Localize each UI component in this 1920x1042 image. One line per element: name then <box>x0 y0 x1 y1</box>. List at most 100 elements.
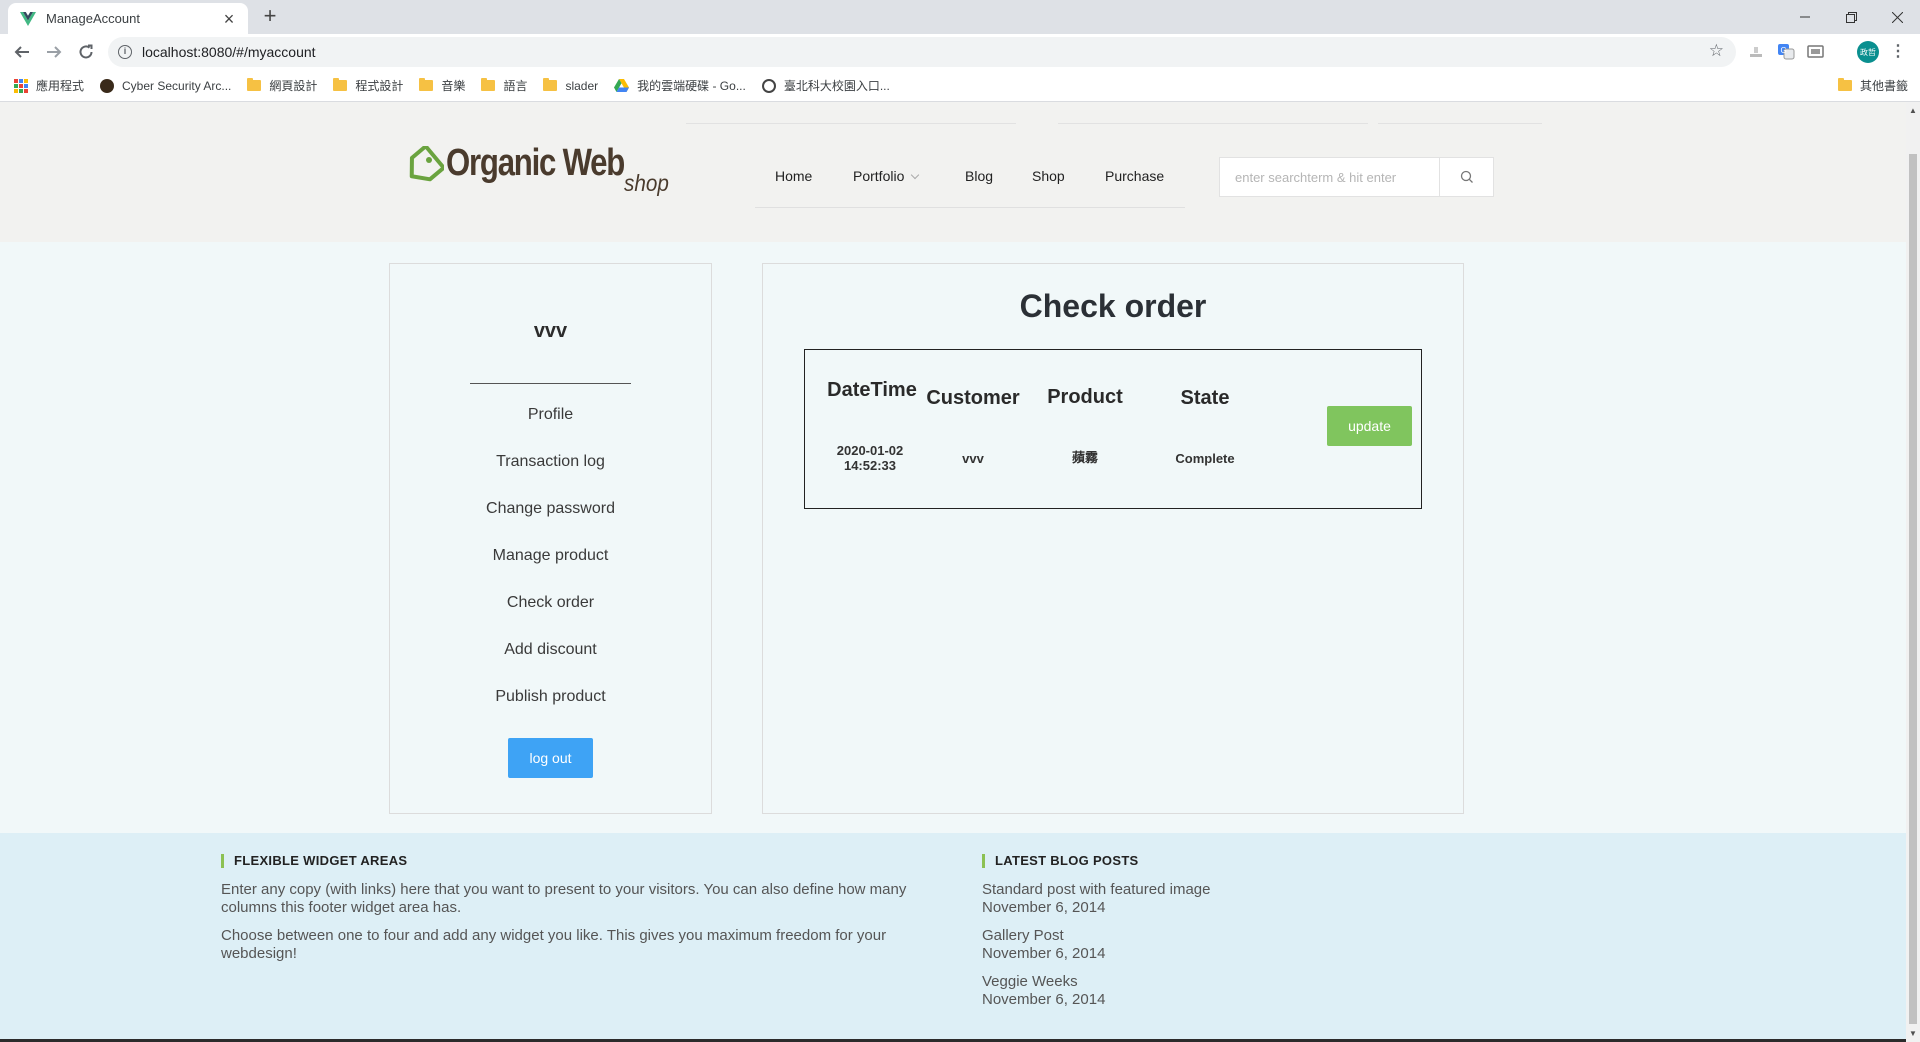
forward-icon[interactable] <box>42 40 66 64</box>
address-url: localhost:8080/#/myaccount <box>142 44 316 60</box>
apps-icon <box>14 78 28 93</box>
bookmark-label: 網頁設計 <box>269 79 318 93</box>
main-nav: Home Portfolio Blog Shop Purchase <box>755 162 1185 208</box>
close-window-icon[interactable] <box>1874 0 1920 34</box>
tab-title: ManageAccount <box>46 11 140 26</box>
bookmark-google-drive[interactable]: 我的雲端硬碟 - Go... <box>614 77 746 94</box>
extension-icon[interactable] <box>1746 42 1766 62</box>
menu-publish-product[interactable]: Publish product <box>390 688 711 735</box>
cell-datetime: 2020-01-02 14:52:33 <box>825 443 915 473</box>
divider <box>470 383 631 384</box>
folder-icon <box>333 78 348 91</box>
scroll-down-arrow-icon[interactable]: ▼ <box>1909 1029 1917 1038</box>
bookmarks-bar: 應用程式 Cyber Security Arc... 網頁設計 程式設計 音樂 … <box>0 70 1920 102</box>
header-divider <box>686 123 1016 124</box>
browser-toolbar: i localhost:8080/#/myaccount ☆ G 政哲 ⋮ <box>0 34 1920 70</box>
blog-post-item: Veggie Weeks November 6, 2014 <box>982 973 1482 1009</box>
site-icon <box>100 78 115 93</box>
globe-icon <box>761 78 776 93</box>
new-tab-icon[interactable]: + <box>258 5 282 29</box>
nav-purchase[interactable]: Purchase <box>1105 168 1164 184</box>
menu-add-discount[interactable]: Add discount <box>390 641 711 688</box>
scrollbar-thumb[interactable] <box>1909 154 1917 1024</box>
reload-icon[interactable] <box>74 40 98 64</box>
cell-time: 14:52:33 <box>843 458 897 473</box>
blog-post-item: Standard post with featured image Novemb… <box>982 881 1482 917</box>
cast-extension-icon[interactable] <box>1806 42 1826 62</box>
restore-icon[interactable] <box>1828 0 1874 34</box>
address-bar[interactable]: i localhost:8080/#/myaccount ☆ <box>108 37 1736 67</box>
drive-icon <box>614 79 630 92</box>
page-scrollbar[interactable]: ▲ ▼ <box>1906 102 1920 1042</box>
bookmark-folder-web-design[interactable]: 網頁設計 <box>247 77 317 94</box>
blog-post-link[interactable]: Standard post with featured image <box>982 881 1482 899</box>
column-header-customer: Customer <box>926 387 1020 409</box>
browser-tab-strip: ManageAccount × + <box>0 0 1920 34</box>
footer-widget-flexible: FLEXIBLE WIDGET AREAS Enter any copy (wi… <box>221 854 911 973</box>
cell-state: Complete <box>1175 451 1235 466</box>
bookmark-label: 其他書籤 <box>1860 79 1909 93</box>
scroll-up-arrow-icon[interactable]: ▲ <box>1909 106 1917 115</box>
bookmark-folder-programming[interactable]: 程式設計 <box>333 77 403 94</box>
bookmark-apps[interactable]: 應用程式 <box>14 77 84 94</box>
menu-change-password[interactable]: Change password <box>390 500 711 547</box>
bookmark-folder-music[interactable]: 音樂 <box>419 77 465 94</box>
search-input[interactable] <box>1219 157 1440 197</box>
cell-product: 蘋霧 <box>1071 450 1098 465</box>
menu-transaction-log[interactable]: Transaction log <box>390 453 711 500</box>
widget-text: Choose between one to four and add any w… <box>221 927 887 962</box>
back-icon[interactable] <box>10 40 34 64</box>
nav-blog[interactable]: Blog <box>965 168 993 184</box>
bookmark-label: 應用程式 <box>36 79 85 93</box>
site-info-icon[interactable]: i <box>118 45 132 59</box>
folder-icon <box>247 78 262 91</box>
nav-portfolio-label: Portfolio <box>853 168 905 184</box>
browser-tab[interactable]: ManageAccount × <box>8 3 248 34</box>
account-sidebar: vvv Profile Transaction log Change passw… <box>389 263 712 814</box>
order-table: DateTime Customer Product State 2020-01-… <box>804 349 1422 509</box>
update-button[interactable]: update <box>1327 406 1412 446</box>
menu-manage-product[interactable]: Manage product <box>390 547 711 594</box>
search-button[interactable] <box>1440 157 1494 197</box>
profile-avatar[interactable]: 政哲 <box>1857 41 1879 63</box>
minimize-icon[interactable] <box>1782 0 1828 34</box>
bookmark-label: Cyber Security Arc... <box>122 78 232 93</box>
bookmark-folder-language[interactable]: 語言 <box>481 77 527 94</box>
nav-home[interactable]: Home <box>775 168 812 184</box>
check-order-panel: Check order DateTime Customer Product St… <box>762 263 1464 814</box>
translate-extension-icon[interactable]: G <box>1776 42 1796 62</box>
bookmark-label: slader <box>565 78 599 93</box>
bookmark-folder-slader[interactable]: slader <box>543 78 599 93</box>
folder-icon <box>419 78 434 91</box>
logout-button[interactable]: log out <box>508 738 593 778</box>
bookmark-label: 我的雲端硬碟 - Go... <box>637 79 746 93</box>
widget-text: Enter any copy (with links) here that yo… <box>221 881 907 916</box>
blog-post-date: November 6, 2014 <box>982 945 1106 962</box>
browser-menu-icon[interactable]: ⋮ <box>1890 42 1906 62</box>
column-header-product: Product <box>1047 386 1123 408</box>
blog-post-link[interactable]: Gallery Post <box>982 927 1482 945</box>
bookmark-star-icon[interactable]: ☆ <box>1709 41 1724 61</box>
chevron-down-icon <box>911 170 920 180</box>
nav-shop[interactable]: Shop <box>1032 168 1065 184</box>
widget-title: FLEXIBLE WIDGET AREAS <box>221 854 911 868</box>
blog-post-link[interactable]: Veggie Weeks <box>982 973 1482 991</box>
blog-post-date: November 6, 2014 <box>982 899 1106 916</box>
site-logo[interactable]: Organic Web shop <box>404 142 694 202</box>
menu-profile[interactable]: Profile <box>390 406 711 453</box>
bookmark-cyber-security[interactable]: Cyber Security Arc... <box>100 78 232 93</box>
footer-widget-blog-posts: LATEST BLOG POSTS Standard post with fea… <box>982 854 1482 1019</box>
page-title: Check order <box>1019 288 1207 324</box>
bookmark-ntut-portal[interactable]: 臺北科大校園入口... <box>761 77 890 94</box>
tag-logo-icon <box>409 146 444 182</box>
cell-customer: vvv <box>962 451 984 466</box>
bookmark-other[interactable]: 其他書籤 <box>1838 77 1908 94</box>
blog-post-date: November 6, 2014 <box>982 991 1106 1008</box>
nav-portfolio[interactable]: Portfolio <box>853 168 920 184</box>
column-header-datetime: DateTime <box>827 379 917 401</box>
web-page: Organic Web shop Home Portfolio Blog Sho… <box>0 102 1906 1042</box>
menu-check-order[interactable]: Check order <box>390 594 711 641</box>
search-icon <box>1460 170 1473 183</box>
tab-close-icon[interactable]: × <box>220 10 238 28</box>
site-footer: FLEXIBLE WIDGET AREAS Enter any copy (wi… <box>0 833 1906 1042</box>
